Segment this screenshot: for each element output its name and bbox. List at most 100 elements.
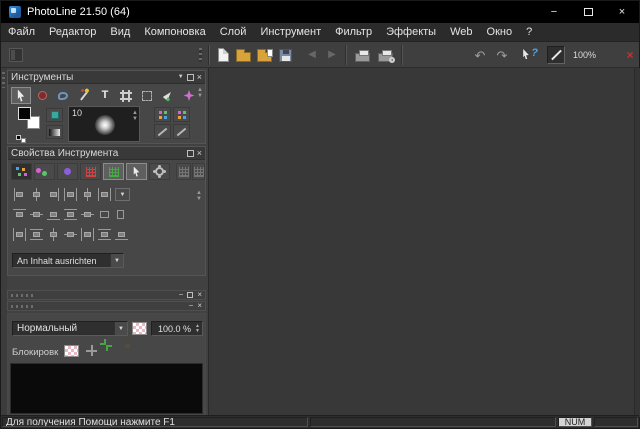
align-bottom-button[interactable] bbox=[45, 207, 62, 222]
brush-option-button-4[interactable] bbox=[173, 124, 190, 139]
vector-mode-button[interactable] bbox=[11, 163, 32, 180]
foreground-color-swatch[interactable] bbox=[18, 107, 31, 120]
align-baseline-button[interactable] bbox=[113, 227, 130, 242]
chevron-down-icon[interactable]: ▼ bbox=[114, 322, 127, 335]
lasso-tool-button[interactable] bbox=[53, 87, 73, 104]
gradient-button[interactable] bbox=[46, 125, 63, 139]
nav-forward-button[interactable]: ▶ bbox=[323, 46, 341, 64]
properties-scroll[interactable]: ▲ ▼ bbox=[196, 191, 202, 202]
nav-back-button[interactable]: ◀ bbox=[303, 46, 321, 64]
align-center-button[interactable] bbox=[28, 187, 45, 202]
minimize-button[interactable]: − bbox=[537, 1, 571, 23]
print-button[interactable] bbox=[353, 46, 371, 64]
dock-icon[interactable] bbox=[187, 150, 194, 157]
close-button[interactable]: × bbox=[605, 1, 639, 23]
lock-transparency-toggle[interactable] bbox=[64, 345, 79, 357]
pen-tool-button[interactable] bbox=[158, 87, 178, 104]
grid-option-button-2[interactable] bbox=[192, 163, 205, 180]
brush-option-button-2[interactable] bbox=[173, 107, 190, 122]
menu-file[interactable]: Файл bbox=[1, 23, 42, 41]
align-left-button[interactable] bbox=[11, 187, 28, 202]
blend-mode-select[interactable]: Нормальный ▼ bbox=[12, 321, 128, 336]
new-document-button[interactable] bbox=[214, 46, 232, 64]
dock-icon[interactable] bbox=[187, 74, 194, 81]
magic-wand-tool-button[interactable] bbox=[74, 87, 94, 104]
brush-option-button-1[interactable] bbox=[154, 107, 171, 122]
collapsed-panel-bar-2[interactable]: − × bbox=[7, 301, 206, 311]
color-mode-button[interactable] bbox=[46, 108, 63, 122]
scroll-down-icon[interactable]: ▼ bbox=[132, 117, 138, 122]
line-tool-button[interactable] bbox=[547, 46, 565, 64]
maximize-button[interactable] bbox=[571, 1, 605, 23]
menu-tool[interactable]: Инструмент bbox=[253, 23, 328, 41]
print-preview-button[interactable] bbox=[376, 46, 394, 64]
spin-down-icon[interactable]: ▼ bbox=[195, 329, 200, 333]
menu-layout[interactable]: Компоновка bbox=[137, 23, 212, 41]
center-page-h-button[interactable] bbox=[45, 227, 62, 242]
brush-scroll[interactable]: ▲ ▼ bbox=[132, 111, 138, 122]
align-center-2-button[interactable] bbox=[79, 187, 96, 202]
distribute-horizontal-button[interactable] bbox=[62, 187, 79, 202]
close-icon[interactable]: × bbox=[197, 149, 202, 158]
ellipse-select-tool-button[interactable] bbox=[32, 87, 52, 104]
scroll-down-icon[interactable]: ▼ bbox=[196, 197, 202, 202]
menu-layer[interactable]: Слой bbox=[213, 23, 254, 41]
collapsed-panel-bar-1[interactable]: − × bbox=[7, 290, 206, 300]
opacity-spinner[interactable]: ▲ ▼ bbox=[195, 324, 200, 333]
tools-scroll[interactable]: ▲ ▼ bbox=[197, 88, 203, 99]
menu-web[interactable]: Web bbox=[443, 23, 479, 41]
zoom-level[interactable]: 100% bbox=[573, 50, 596, 60]
chevron-down-icon[interactable]: ▼ bbox=[110, 254, 123, 267]
properties-panel-header[interactable]: Свойства Инструмента × bbox=[8, 147, 205, 160]
pointer-mode-button[interactable] bbox=[126, 163, 147, 180]
menu-filter[interactable]: Фильтр bbox=[328, 23, 379, 41]
close-icon[interactable]: × bbox=[197, 73, 202, 82]
default-colors-button[interactable] bbox=[16, 135, 28, 143]
foreground-background-colors[interactable] bbox=[18, 107, 44, 133]
select-tool-button[interactable] bbox=[11, 87, 31, 104]
menu-window[interactable]: Окно bbox=[480, 23, 520, 41]
redo-button[interactable]: ↷ bbox=[493, 46, 511, 64]
color-dot-button[interactable] bbox=[57, 163, 78, 180]
settings-button[interactable] bbox=[149, 163, 170, 180]
transform-tool-button[interactable] bbox=[137, 87, 157, 104]
menu-edit[interactable]: Редактор bbox=[42, 23, 103, 41]
minimize-icon[interactable]: − bbox=[179, 291, 184, 299]
scroll-down-icon[interactable]: ▼ bbox=[197, 94, 203, 99]
effects-tool-button[interactable] bbox=[179, 87, 199, 104]
spread-vertical-button[interactable] bbox=[96, 227, 113, 242]
undo-button[interactable]: ↶ bbox=[471, 46, 489, 64]
menu-help[interactable]: ? bbox=[519, 23, 539, 41]
align-top-button[interactable] bbox=[11, 207, 28, 222]
browse-button[interactable] bbox=[255, 46, 273, 64]
restore-icon[interactable] bbox=[187, 292, 193, 298]
context-help-button[interactable]: ? bbox=[521, 46, 539, 64]
align-options-dropdown-button[interactable]: ▼ bbox=[115, 188, 130, 201]
distribute-horizontal-2-button[interactable] bbox=[96, 187, 113, 202]
text-tool-button[interactable]: T bbox=[95, 87, 115, 104]
menu-view[interactable]: Вид bbox=[103, 23, 137, 41]
align-right-button[interactable] bbox=[45, 187, 62, 202]
equal-width-button[interactable] bbox=[100, 211, 109, 218]
sidebar-toggle-button[interactable] bbox=[7, 46, 25, 64]
tools-panel-header[interactable]: Инструменты ▼ × bbox=[8, 71, 205, 84]
shape-mode-button[interactable] bbox=[34, 163, 55, 180]
toolbar-grip[interactable] bbox=[191, 46, 209, 64]
center-page-v-button[interactable] bbox=[62, 227, 79, 242]
brush-preview[interactable]: 10 ▲ ▼ bbox=[68, 106, 140, 142]
save-button[interactable] bbox=[276, 46, 294, 64]
align-mode-select[interactable]: An Inhalt ausrichten ▼ bbox=[12, 253, 124, 268]
close-icon[interactable]: × bbox=[197, 302, 202, 310]
layer-transparency-swatch[interactable] bbox=[132, 322, 147, 335]
open-button[interactable] bbox=[234, 46, 252, 64]
equal-height-button[interactable] bbox=[117, 210, 124, 219]
collapse-icon[interactable]: ▼ bbox=[178, 74, 184, 80]
green-grid-button[interactable] bbox=[103, 163, 124, 180]
brush-option-button-3[interactable] bbox=[154, 124, 171, 139]
opacity-field[interactable]: 100.0 % ▲ ▼ bbox=[151, 321, 203, 336]
align-middle-button[interactable] bbox=[28, 207, 45, 222]
spread-horizontal-button[interactable] bbox=[79, 227, 96, 242]
crop-tool-button[interactable] bbox=[116, 87, 136, 104]
space-horizontal-button[interactable] bbox=[11, 227, 28, 242]
vertical-scrollbar[interactable] bbox=[634, 68, 640, 417]
